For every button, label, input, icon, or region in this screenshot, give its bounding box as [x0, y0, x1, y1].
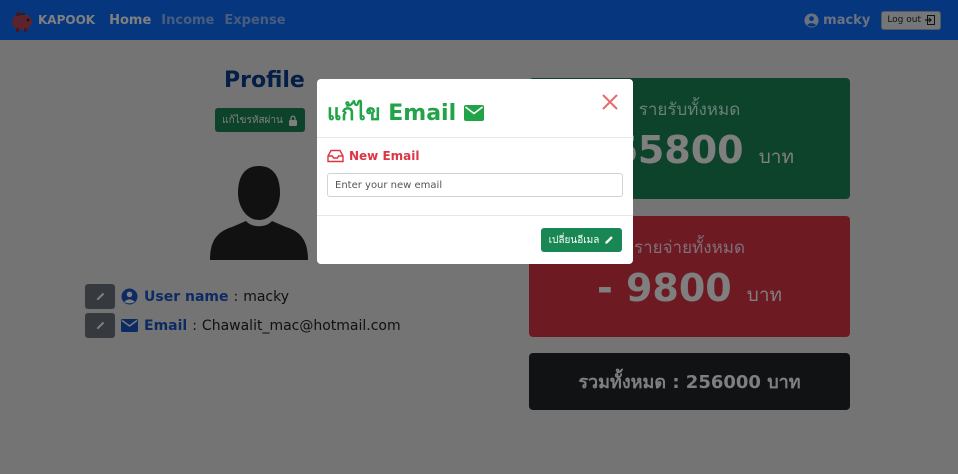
- change-email-button[interactable]: เปลี่ยนอีเมล: [541, 228, 622, 252]
- close-icon[interactable]: [601, 93, 619, 111]
- new-email-label: New Email: [327, 149, 419, 163]
- modal-title: แก้ไข Email: [327, 95, 485, 130]
- modal-footer: เปลี่ยนอีเมล: [317, 216, 633, 263]
- edit-email-modal: แก้ไข Email New Email เปลี่ยนอีเมล: [317, 79, 633, 264]
- modal-header: แก้ไข Email: [317, 79, 633, 138]
- modal-title-text: แก้ไข Email: [327, 101, 457, 126]
- new-email-label-text: New Email: [349, 149, 420, 163]
- change-email-label: เปลี่ยนอีเมล: [548, 234, 600, 246]
- envelope-icon: [464, 104, 485, 121]
- new-email-input[interactable]: [327, 173, 623, 197]
- modal-body: New Email: [317, 138, 633, 216]
- inbox-icon: [327, 149, 344, 163]
- pencil-icon: [605, 236, 614, 244]
